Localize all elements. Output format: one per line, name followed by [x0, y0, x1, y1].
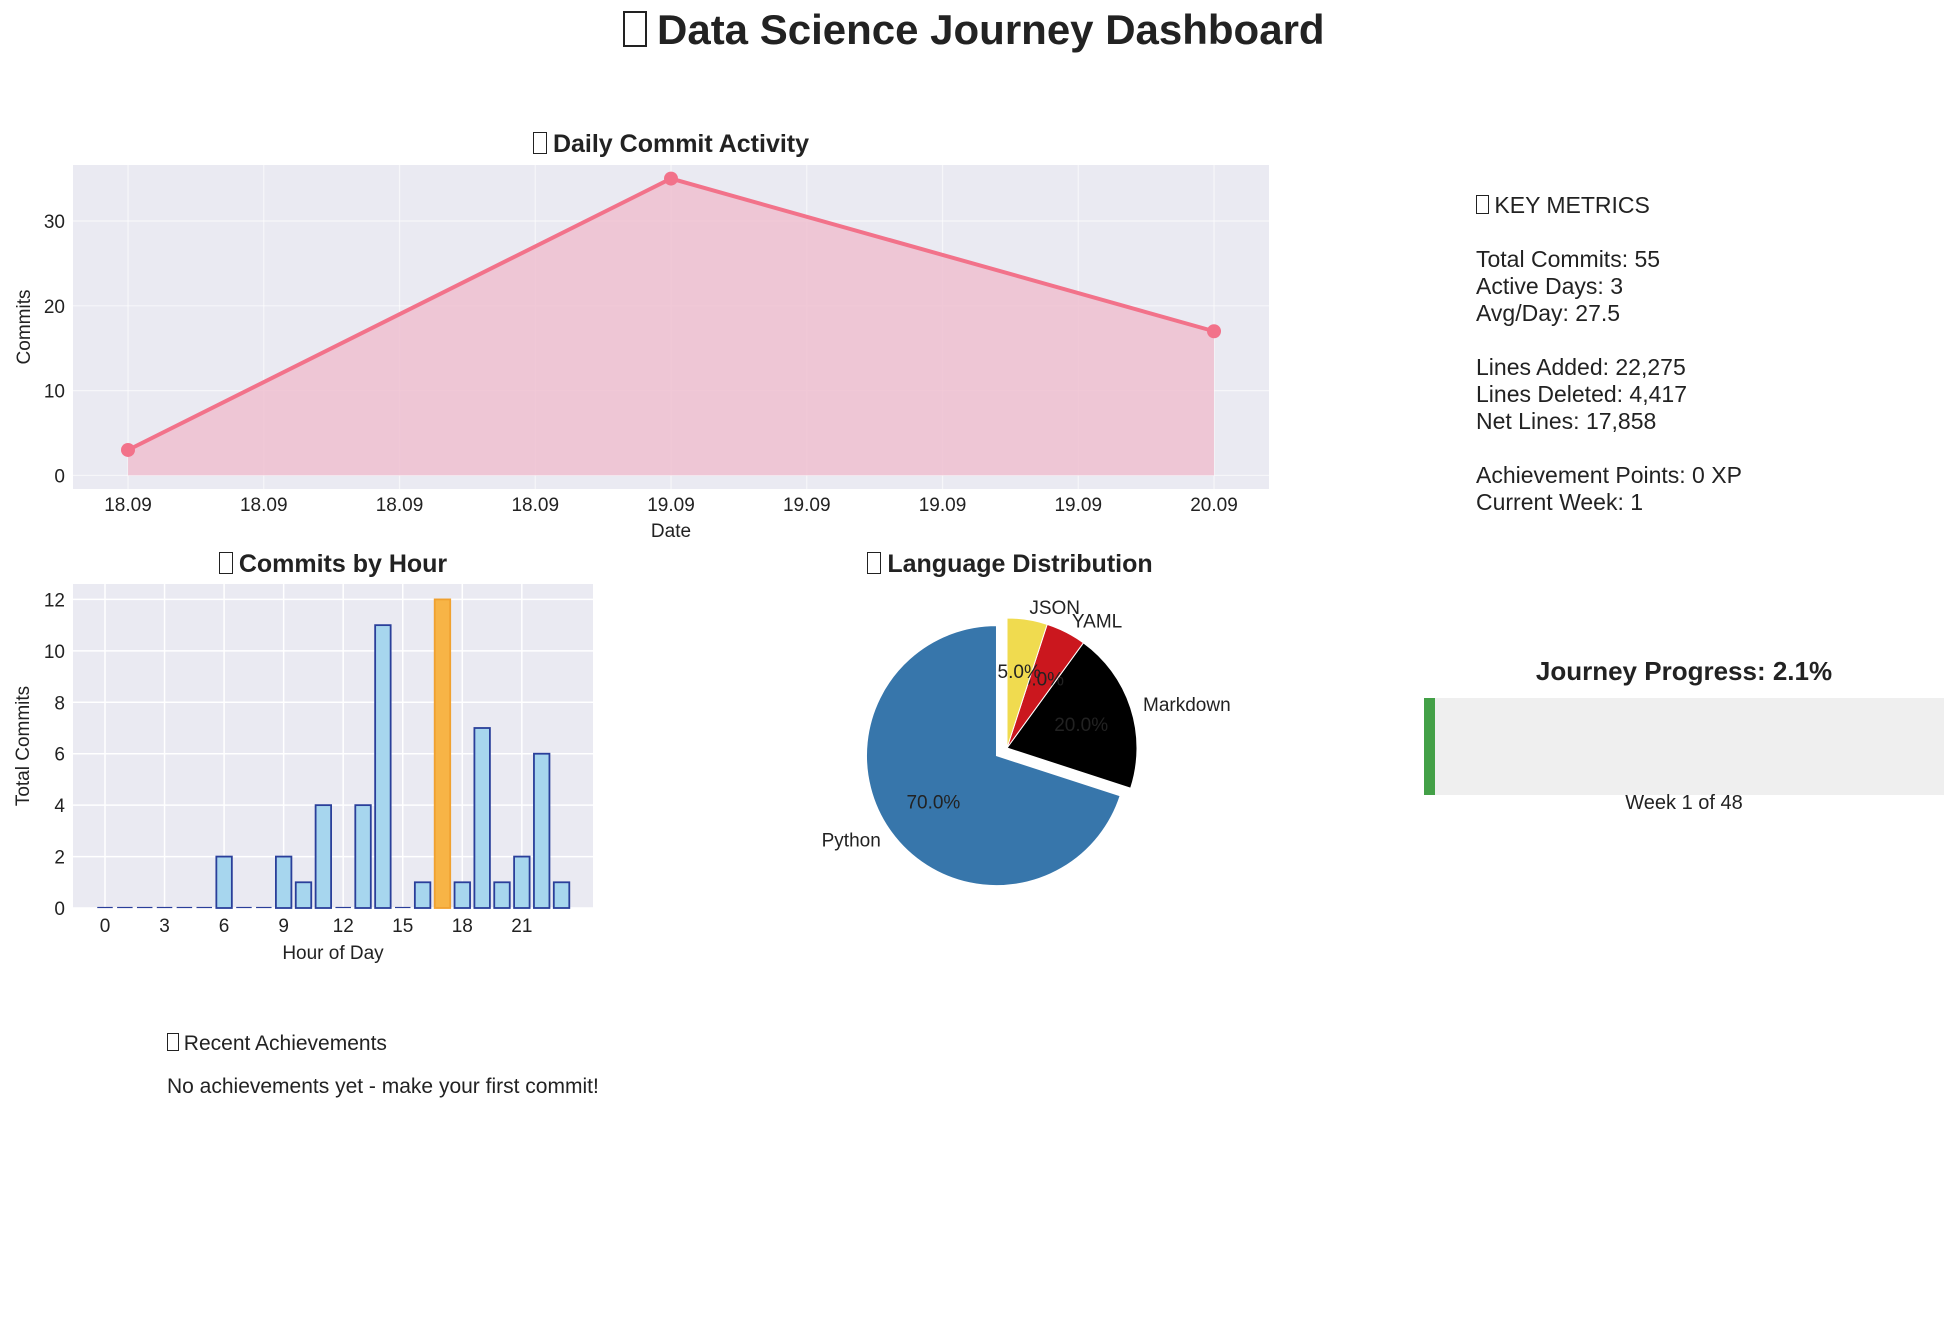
x-tick-label: 21 [511, 916, 532, 937]
x-tick-label: 3 [159, 916, 170, 937]
emoji-icon [1476, 194, 1489, 215]
pie-percent-label: 5.0% [998, 662, 1041, 683]
metric-total-commits: Total Commits: 55 [1476, 246, 1661, 272]
x-axis-label: Date [651, 521, 691, 542]
pie-slice-label: Python [822, 831, 881, 852]
x-tick-label: 18.09 [104, 495, 152, 516]
y-tick-label: 4 [54, 796, 65, 817]
y-tick-label: 20 [44, 297, 65, 318]
bar [493, 881, 511, 909]
metrics-heading: KEY METRICS [1476, 192, 1742, 219]
metric-lines-deleted: Lines Deleted: 4,417 [1476, 381, 1687, 407]
bar [354, 804, 372, 909]
key-metrics-panel: KEY METRICS Total Commits: 55 Active Day… [1476, 192, 1742, 516]
metric-lines-added: Lines Added: 22,275 [1476, 354, 1686, 380]
bar [294, 881, 313, 909]
pie-percent-label: 70.0% [906, 792, 960, 813]
emoji-icon [167, 1033, 179, 1052]
progress-week-label: Week 1 of 48 [1625, 792, 1743, 814]
bar-highlight [433, 598, 452, 909]
x-axis-label: Hour of Day [282, 943, 384, 964]
y-tick-label: 12 [44, 590, 65, 611]
x-tick-label: 12 [333, 916, 354, 937]
metric-net-lines: Net Lines: 17,858 [1476, 408, 1657, 434]
bar [533, 752, 551, 909]
progress-title: Journey Progress: 2.1% [1535, 656, 1833, 686]
progress-bar-fill [1424, 698, 1435, 795]
data-point [664, 171, 678, 186]
x-tick-label: 18 [452, 916, 473, 937]
bar [314, 804, 333, 909]
metric-avg-day: Avg/Day: 27.5 [1476, 300, 1621, 326]
y-tick-label: 6 [54, 745, 65, 766]
hourly-commit-chart: 0 2 4 6 8 10 12 0 3 6 9 12 15 18 21 Hour of Day Total Co… [13, 584, 593, 964]
x-tick-label: 19.09 [647, 495, 695, 516]
language-pie-chart: 70.0%Python20.0%Markdown5.0%YAML5.0%JSON [822, 598, 1231, 887]
progress-bar-track [1424, 698, 1944, 795]
x-tick-label: 18.09 [376, 495, 424, 516]
achievements-heading: Recent Achievements [167, 1032, 387, 1056]
x-tick-label: 19.09 [1054, 495, 1102, 516]
x-tick-label: 20.09 [1190, 495, 1238, 516]
bar [413, 881, 432, 909]
x-tick-label: 6 [219, 916, 230, 937]
bar [513, 855, 531, 909]
emoji-icon [867, 552, 882, 574]
y-tick-label: 10 [44, 382, 65, 403]
bar [552, 881, 571, 909]
y-tick-label: 2 [54, 848, 65, 869]
pie-percent-label: 20.0% [1054, 715, 1108, 736]
data-point [1207, 324, 1221, 339]
bar [453, 881, 471, 909]
bar [215, 855, 233, 909]
bar [274, 855, 293, 909]
language-chart-title: Language Distribution [760, 550, 1260, 579]
x-tick-label: 18.09 [511, 495, 559, 516]
bar [473, 727, 491, 909]
pie-slice-label: Markdown [1143, 695, 1231, 716]
y-axis-label: Total Commits [13, 686, 34, 806]
x-tick-label: 19.09 [783, 495, 831, 516]
y-axis-label: Commits [14, 290, 35, 365]
x-tick-label: 19.09 [919, 495, 967, 516]
y-tick-label: 30 [44, 212, 65, 233]
y-tick-label: 8 [54, 693, 65, 714]
data-point [121, 442, 135, 457]
y-tick-label: 0 [54, 466, 65, 487]
x-tick-label: 15 [392, 916, 413, 937]
y-tick-label: 0 [54, 899, 65, 920]
achievements-message: No achievements yet - make your first co… [167, 1075, 599, 1098]
bar [374, 624, 392, 909]
metric-current-week: Current Week: 1 [1476, 489, 1644, 515]
x-tick-label: 9 [278, 916, 289, 937]
y-tick-label: 10 [44, 642, 65, 663]
x-tick-label: 18.09 [240, 495, 288, 516]
x-tick-label: 0 [100, 916, 111, 937]
pie-slice-label: JSON [1029, 598, 1080, 619]
daily-commit-chart: 0 10 20 30 18.09 18.09 18.09 18.09 19.09 19.09 19.… [14, 165, 1269, 542]
metric-active-days: Active Days: 3 [1476, 273, 1623, 299]
metric-achievement-points: Achievement Points: 0 XP [1476, 462, 1742, 488]
